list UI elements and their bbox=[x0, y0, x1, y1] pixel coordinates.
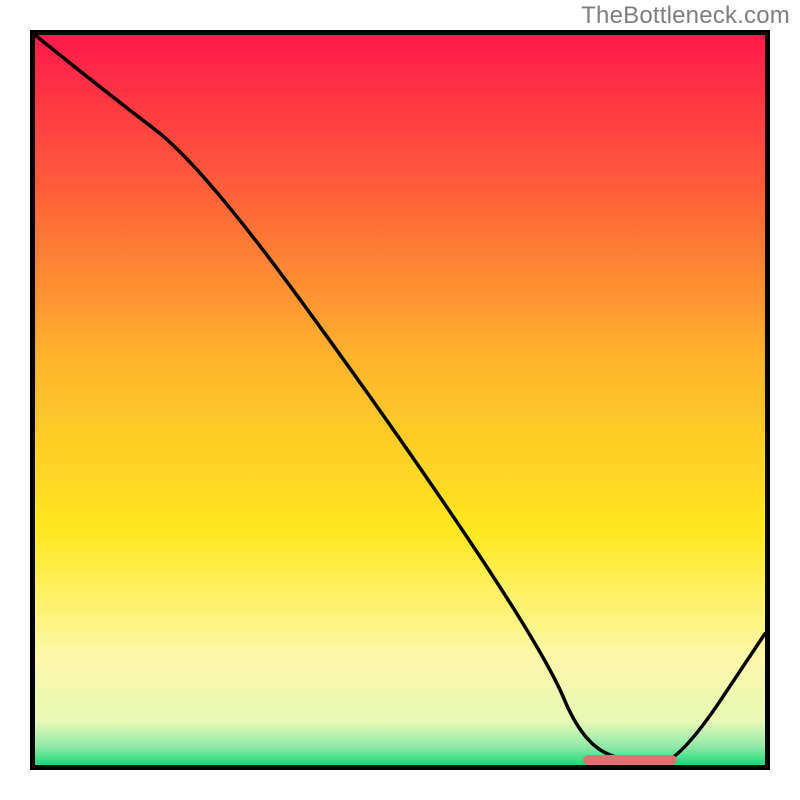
chart-inner bbox=[35, 35, 765, 765]
attribution-label: TheBottleneck.com bbox=[581, 2, 790, 30]
bottleneck-curve-line bbox=[35, 35, 765, 765]
optimal-range-marker bbox=[583, 755, 678, 765]
chart-plot-area bbox=[30, 30, 770, 770]
